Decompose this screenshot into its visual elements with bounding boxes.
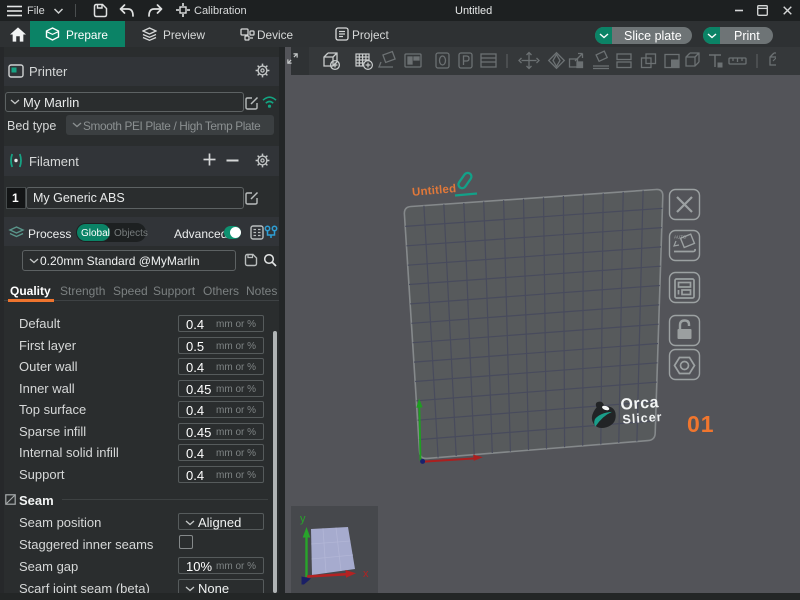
svg-text:x: x [363,568,369,580]
svg-text:AUTO: AUTO [674,235,687,240]
svg-text:y: y [300,513,306,525]
